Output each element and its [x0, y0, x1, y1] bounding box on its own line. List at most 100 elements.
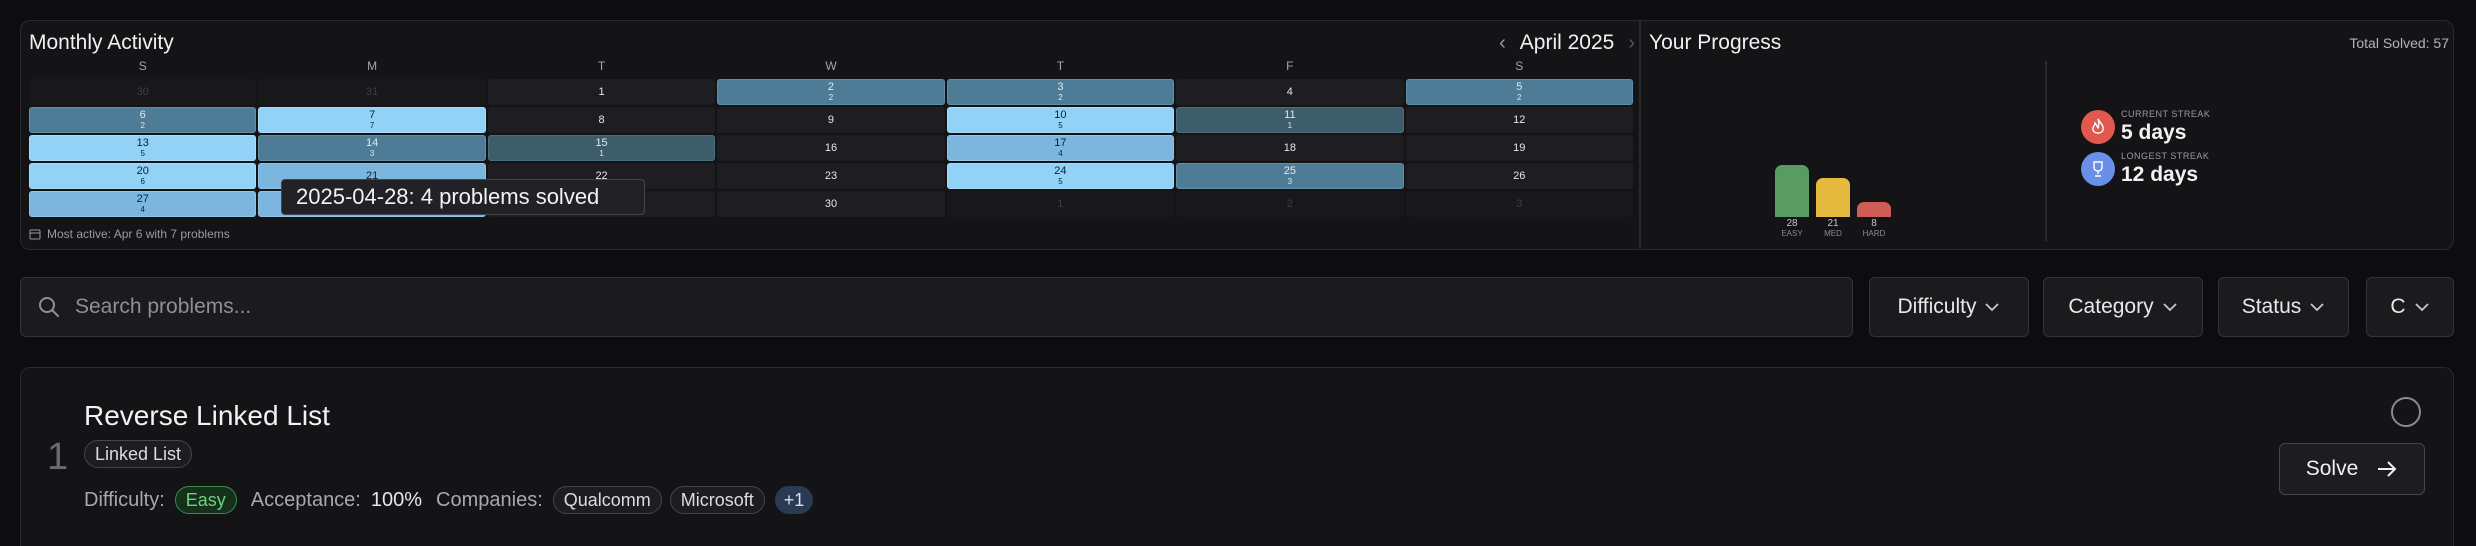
calendar-day[interactable]: 32 [946, 79, 1175, 105]
weekday-label: S [138, 59, 147, 73]
calendar-day[interactable]: 11 1 [1176, 107, 1404, 133]
progress-divider [2045, 61, 2047, 241]
chevron-down-icon [2414, 303, 2429, 312]
calendar-day[interactable]: 31 [258, 79, 486, 105]
difficulty-bar [1857, 202, 1891, 217]
calendar-title: Monthly Activity [29, 31, 174, 54]
company-filter[interactable]: C [2366, 277, 2454, 337]
calendar-day[interactable]: 14 3 [258, 135, 486, 161]
weekday-label: T [597, 59, 606, 73]
calendar-day[interactable]: 10 5 [946, 107, 1175, 133]
calendar-day[interactable]: 12 [1405, 107, 1633, 133]
day-solved-count: 3 [1287, 177, 1293, 186]
problem-card[interactable]: 1 Reverse Linked List Linked List Diffic… [20, 367, 2454, 546]
difficulty-bar-group: 8 HARD [1857, 139, 1891, 239]
calendar-day[interactable]: 13 5 [29, 135, 257, 161]
weekday-label: S [1515, 59, 1524, 73]
day-solved-count: 5 [1058, 177, 1063, 186]
difficulty-bar-group: 28 EASY [1775, 139, 1809, 239]
calendar-day[interactable]: 3 [1405, 191, 1633, 217]
problem-title[interactable]: Reverse Linked List [84, 400, 330, 432]
calendar-day[interactable]: 4 [1176, 79, 1404, 105]
calendar-day[interactable]: 8 [487, 107, 716, 133]
weekday-label: W [825, 59, 837, 73]
status-filter-label: Status [2241, 295, 2302, 318]
day-number: 8 [598, 113, 605, 126]
difficulty-label: Difficulty: [84, 488, 165, 511]
bar-label: EASY [1781, 229, 1803, 238]
day-solved-count: 7 [369, 121, 375, 130]
topic-tag[interactable]: Linked List [84, 440, 193, 468]
solve-button[interactable]: Solve [2279, 443, 2425, 495]
day-number: 1 [1057, 197, 1064, 210]
arrow-right-icon [2378, 461, 2397, 477]
longest-streak-value: 12 days [2121, 163, 2199, 186]
day-number: 26 [1513, 169, 1526, 182]
calendar-day[interactable]: 16 [717, 135, 945, 161]
day-solved-count: 5 [1058, 121, 1063, 130]
day-number: 24 [1054, 165, 1067, 177]
more-companies-badge[interactable]: +1 [774, 486, 814, 514]
day-solved-count: 1 [599, 149, 604, 158]
calendar-day[interactable]: 30 [717, 191, 945, 217]
day-solved-count: 3 [369, 149, 375, 158]
day-number: 11 [1284, 109, 1296, 121]
day-solved-count: 2 [828, 93, 834, 102]
calendar-day[interactable]: 23 [717, 163, 945, 189]
status-filter[interactable]: Status [2218, 277, 2349, 337]
calendar-day[interactable]: 30 [29, 79, 257, 105]
day-number: 15 [595, 137, 608, 149]
weekday-label: M [367, 59, 378, 73]
calendar-day[interactable]: 52 [1405, 79, 1633, 105]
calendar-day[interactable]: 19 [1405, 135, 1633, 161]
day-number: 3 [1057, 81, 1064, 93]
day-solved-count: 4 [140, 205, 145, 214]
acceptance-value: 100% [370, 488, 423, 511]
current-streak-label: CURRENT STREAK [2121, 109, 2211, 119]
day-number: 4 [1286, 85, 1293, 98]
difficulty-filter[interactable]: Difficulty [1869, 277, 2029, 337]
company-tag[interactable]: Microsoft [669, 486, 765, 514]
day-number: 2 [1286, 197, 1293, 210]
chevron-right-icon[interactable]: › [1628, 32, 1635, 55]
day-number: 10 [1054, 109, 1067, 121]
calendar-day[interactable]: 1 [946, 191, 1175, 217]
day-solved-count: 1 [1287, 121, 1293, 130]
calendar-day[interactable]: 24 5 [946, 163, 1175, 189]
activity-panel: Monthly Activity ‹ April 2025 › SMTWTFS … [20, 20, 2454, 250]
search-input[interactable] [75, 295, 1775, 319]
day-number: 17 [1054, 137, 1067, 149]
day-number: 27 [136, 193, 149, 205]
flame-icon [2081, 110, 2115, 144]
problem-tags: Linked List [84, 440, 193, 468]
difficulty-filter-label: Difficulty [1897, 295, 1977, 318]
difficulty-bar-chart: 28 EASY 21 MED 8 HARD [1775, 139, 1891, 239]
month-label: April 2025 [1519, 31, 1615, 54]
calendar-day[interactable]: 18 [1176, 135, 1404, 161]
trophy-icon [2081, 152, 2115, 186]
day-number: 18 [1283, 141, 1296, 154]
difficulty-bar-group: 21 MED [1816, 139, 1850, 239]
company-tag[interactable]: Qualcomm [552, 486, 662, 514]
calendar-day[interactable]: 15 1 [487, 135, 716, 161]
bar-value: 21 [1827, 218, 1839, 229]
calendar-day[interactable]: 77 [258, 107, 486, 133]
day-number: 23 [824, 169, 838, 182]
calendar-day[interactable]: 25 3 [1176, 163, 1404, 189]
chevron-left-icon[interactable]: ‹ [1499, 32, 1506, 55]
calendar-day[interactable]: 9 [717, 107, 945, 133]
calendar-day[interactable]: 17 4 [946, 135, 1175, 161]
calendar-day[interactable]: 26 [1405, 163, 1633, 189]
calendar-day[interactable]: 27 4 [29, 191, 257, 217]
company-list: Qualcomm Microsoft [552, 486, 765, 514]
calendar-day[interactable]: 2 [1176, 191, 1404, 217]
calendar-week: 274282930123 [29, 191, 1633, 217]
day-number: 1 [598, 85, 605, 98]
calendar-day[interactable]: 22 [717, 79, 945, 105]
calendar-day[interactable]: 1 [487, 79, 716, 105]
progress-section: Your Progress Total Solved: 57 28 EASY 21 M… [1645, 21, 2453, 251]
solved-status-circle[interactable] [2391, 397, 2421, 427]
calendar-day[interactable]: 62 [29, 107, 257, 133]
category-filter[interactable]: Category [2043, 277, 2203, 337]
calendar-day[interactable]: 20 6 [29, 163, 257, 189]
